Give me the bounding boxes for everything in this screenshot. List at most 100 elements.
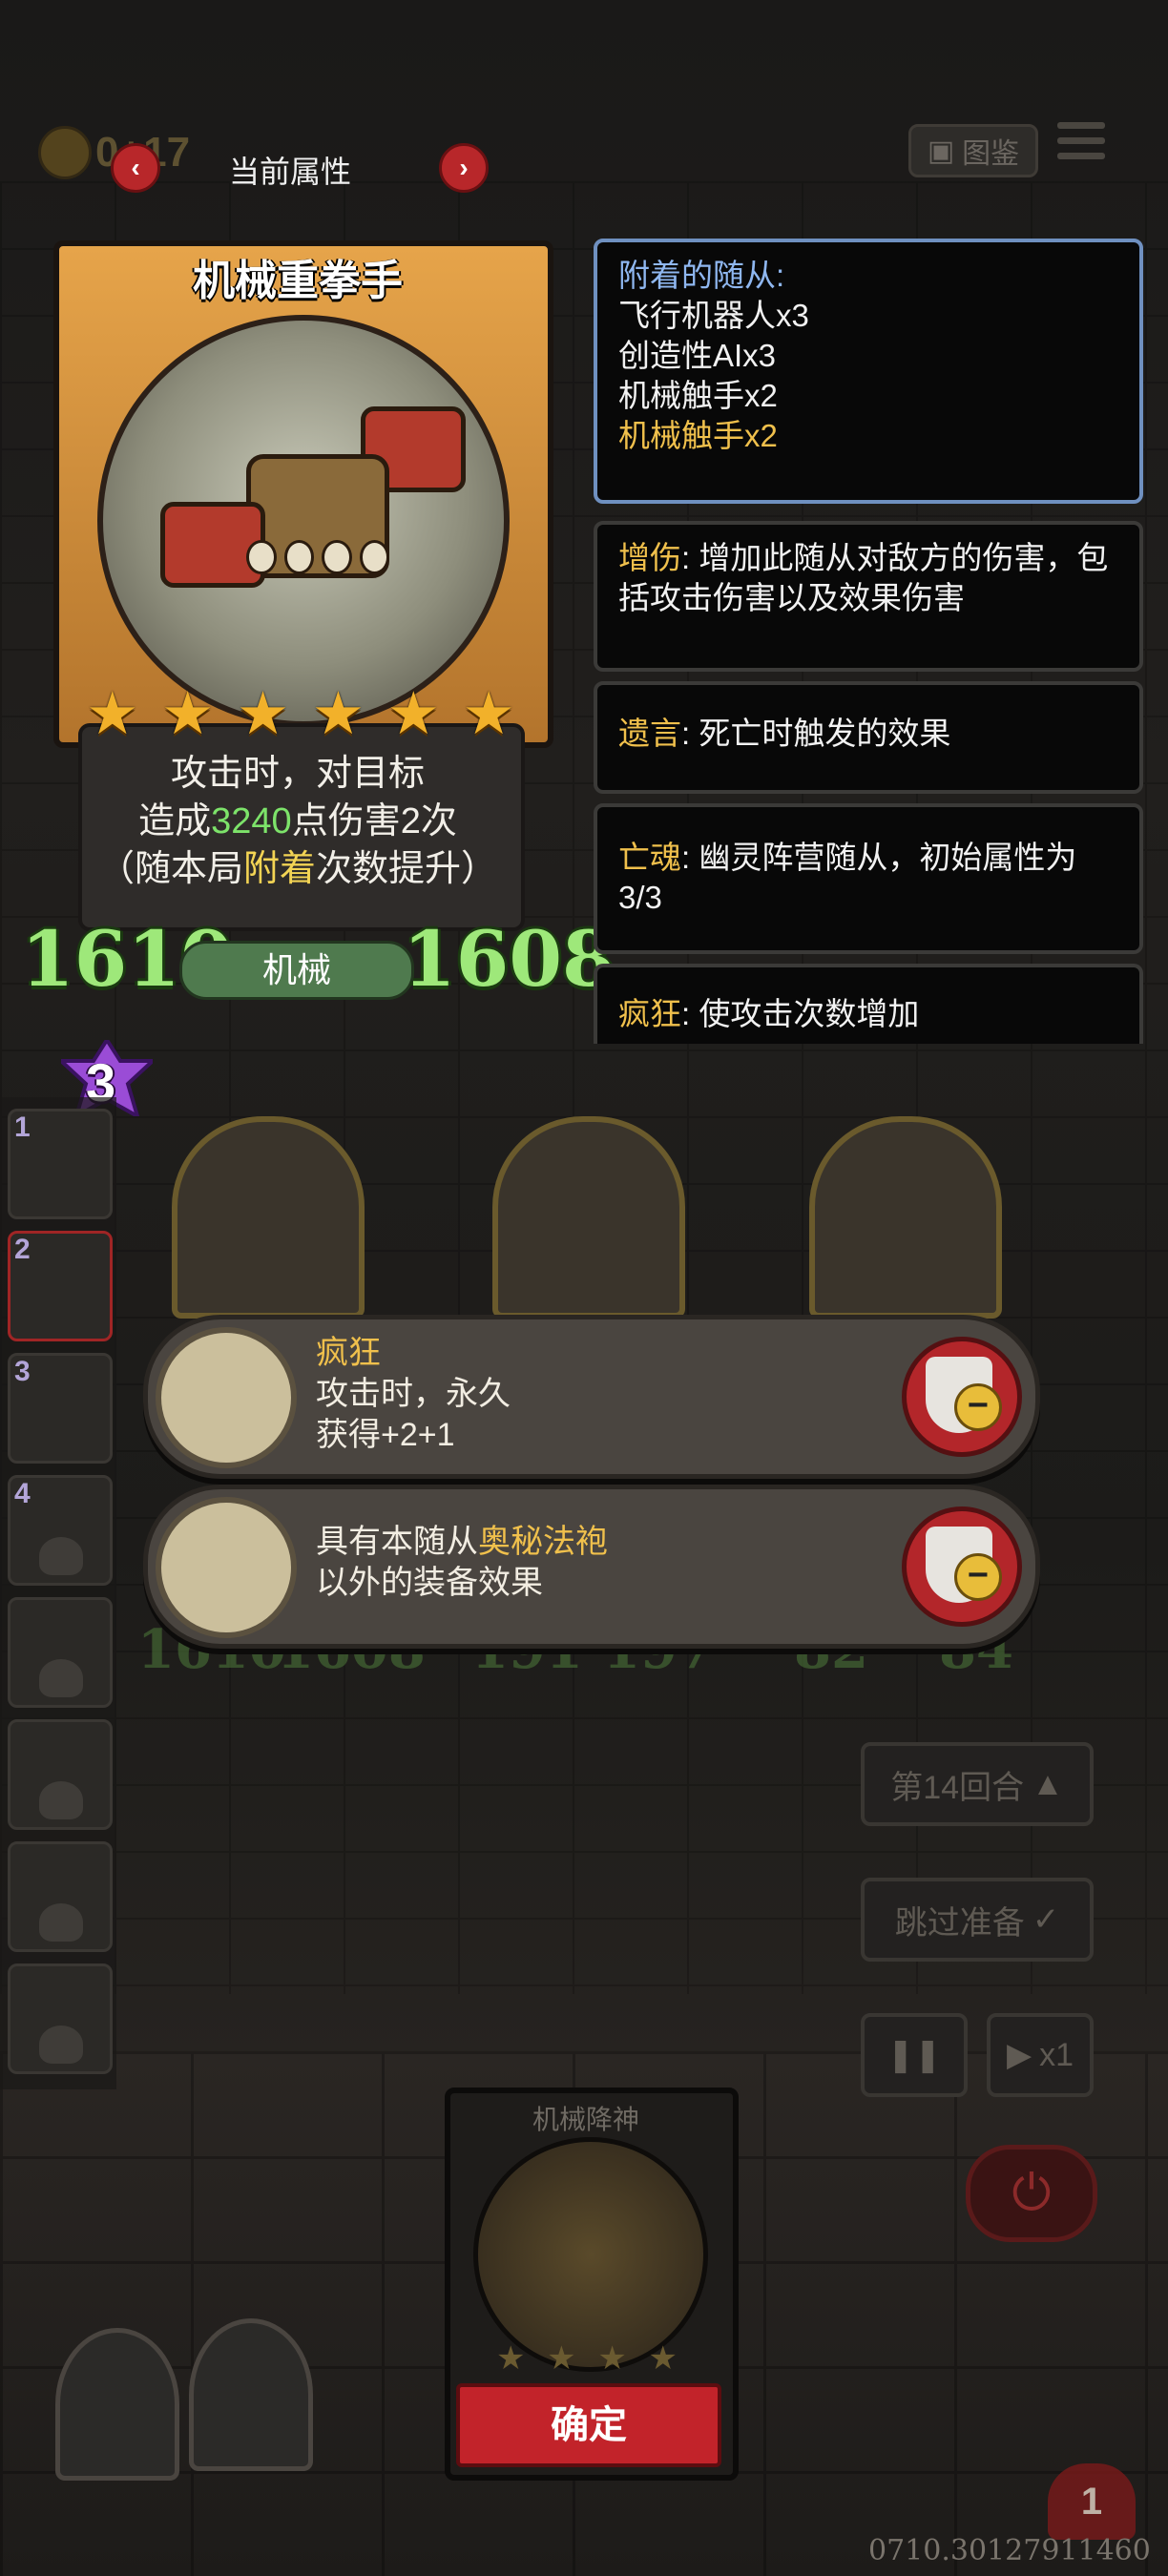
keyword-panel-fengkuang: 疯狂: 使攻击次数增加 <box>594 964 1143 1044</box>
codex-button[interactable]: ▣ 图鉴 <box>908 124 1038 177</box>
effect-line: 获得+2+1 <box>316 1417 455 1453</box>
crossed-swords-icon <box>156 1327 297 1468</box>
health-stat: 1608 <box>403 914 615 1004</box>
roster-slot[interactable]: 3 <box>8 1353 113 1464</box>
pause-icon: ❚❚ <box>886 2037 942 2073</box>
board-minion[interactable] <box>172 1116 365 1319</box>
fast-forward-icon: ▶ <box>1006 2037 1032 2073</box>
roster-slot[interactable]: 2 <box>8 1231 113 1341</box>
desc-line-2: 造成3240点伤害2次 <box>138 801 457 841</box>
star-icon: ★ <box>236 681 290 747</box>
robe-keyword: 奥秘法袍 <box>478 1524 608 1560</box>
roster-slot[interactable] <box>8 1597 113 1708</box>
lives-indicator: 1 <box>1048 2463 1136 2540</box>
current-attr-title: 当前属性 <box>229 155 352 189</box>
skull-icon <box>39 2025 83 2064</box>
attach-keyword: 附着 <box>242 849 316 889</box>
hit-count: 2 <box>400 801 421 841</box>
star-icon: ★ <box>462 681 515 747</box>
skull-icon <box>39 1659 83 1697</box>
equipment-effect-robe: 具有本随从奥秘法袍 以外的装备效果 − <box>143 1485 1040 1649</box>
keyword-label: 亡魂 <box>618 840 681 875</box>
robot-bolts-art <box>246 540 389 578</box>
attached-title: 附着的随从: <box>618 258 785 293</box>
codex-label: 图鉴 <box>962 138 1020 170</box>
star-icon: ★ <box>547 2340 576 2377</box>
keyword-text: : 幽灵阵营随从，初始属性为3/3 <box>618 840 1077 915</box>
keyword-text: : 死亡时触发的效果 <box>681 716 951 751</box>
star-icon: ★ <box>496 2340 526 2377</box>
minus-icon: − <box>954 1383 1002 1431</box>
selected-card-name: 机械降神 <box>532 2105 639 2134</box>
attached-item: 机械触手x2 <box>618 378 778 413</box>
card-description: 攻击时，对目标 造成3240点伤害2次 （随本局附着次数提升） <box>78 750 517 893</box>
speed-button[interactable]: ▶ x1 <box>987 2013 1094 2097</box>
roster-slot[interactable] <box>8 1841 113 1952</box>
keyword-label: 增伤 <box>618 540 681 575</box>
confirm-button[interactable]: 确定 <box>456 2383 721 2467</box>
power-icon: ⏻ <box>1012 2165 1052 2221</box>
equipment-effect-madness: 疯狂 攻击时，永久 获得+2+1 − <box>143 1315 1040 1479</box>
roster-slot[interactable]: 1 <box>8 1109 113 1219</box>
minus-icon: − <box>954 1553 1002 1601</box>
ally-portrait[interactable] <box>189 2318 313 2471</box>
effect-line: 攻击时，永久 <box>316 1376 511 1412</box>
unequip-button[interactable]: − <box>902 1506 1022 1627</box>
keyword-label: 疯狂 <box>618 996 681 1031</box>
star-icon: ★ <box>86 681 139 747</box>
keyword-label: 遗言 <box>618 716 681 751</box>
attached-item: 机械触手x2 <box>618 418 778 453</box>
unequip-button[interactable]: − <box>902 1337 1022 1457</box>
keyword-text: : 增加此随从对敌方的伤害，包括攻击伤害以及效果伤害 <box>618 540 1109 615</box>
attached-item: 飞行机器人x3 <box>618 298 809 333</box>
keyword-text: : 使攻击次数增加 <box>681 996 920 1031</box>
skull-icon <box>39 1781 83 1819</box>
skip-label: 跳过准备 <box>894 1904 1025 1942</box>
keyword-panel-zengshang: 增伤: 增加此随从对敌方的伤害，包括攻击伤害以及效果伤害 <box>594 521 1143 672</box>
skull-icon <box>39 1903 83 1942</box>
selected-card-portrait <box>473 2137 708 2372</box>
board-minion[interactable] <box>492 1116 685 1319</box>
lives-count: 1 <box>1080 2480 1103 2523</box>
attached-panel: 附着的随从: 飞行机器人x3 创造性AIx3 机械触手x2 机械触手x2 <box>594 239 1143 504</box>
roster-slot[interactable] <box>8 1719 113 1830</box>
card-portrait <box>97 315 510 727</box>
desc-line-1: 攻击时，对目标 <box>170 754 425 794</box>
menu-icon[interactable] <box>1057 122 1105 170</box>
check-icon: ✓ <box>1032 1901 1060 1938</box>
star-icon: ★ <box>160 681 215 747</box>
round-button[interactable]: 第14回合 ▲ <box>861 1742 1094 1826</box>
selected-card-stars: ★ ★ ★ ★ <box>496 2339 678 2378</box>
effect-title: 疯狂 <box>316 1335 381 1371</box>
unit-type-badge: 机械 <box>179 941 414 1000</box>
card-name: 机械重拳手 <box>193 258 403 304</box>
roster-slot[interactable]: 4 <box>8 1475 113 1586</box>
card-stars: ★ ★ ★ ★ ★ ★ <box>86 685 515 744</box>
skull-icon <box>39 1537 83 1575</box>
robe-icon <box>156 1497 297 1638</box>
pause-button[interactable]: ❚❚ <box>861 2013 968 2097</box>
speed-label: x1 <box>1039 2036 1074 2073</box>
star-icon: ★ <box>311 681 365 747</box>
coin-icon <box>38 126 92 179</box>
star-icon: ★ <box>648 2340 678 2377</box>
damage-value: 3240 <box>211 801 292 841</box>
skip-prep-button[interactable]: 跳过准备 ✓ <box>861 1878 1094 1962</box>
prev-attr-button[interactable]: ‹ <box>111 143 160 193</box>
caret-up-icon: ▲ <box>1032 1765 1064 1802</box>
attached-item: 创造性AIx3 <box>618 338 777 373</box>
effect-line: 以外的装备效果 <box>316 1565 543 1601</box>
keyword-panel-yiyan: 遗言: 死亡时触发的效果 <box>594 681 1143 794</box>
roster-slot[interactable] <box>8 1963 113 2074</box>
book-icon: ▣ <box>927 135 955 167</box>
star-icon: ★ <box>386 681 441 747</box>
power-button[interactable]: ⏻ <box>966 2145 1097 2242</box>
version-text: 0710.30127911460 <box>868 2534 1151 2567</box>
star-icon: ★ <box>597 2340 627 2377</box>
player-portrait[interactable] <box>55 2328 179 2481</box>
board-minion[interactable] <box>809 1116 1002 1319</box>
desc-line-3: （随本局附着次数提升） <box>97 849 498 889</box>
next-attr-button[interactable]: › <box>439 143 489 193</box>
round-label: 第14回合 <box>890 1769 1025 1806</box>
effect-line: 具有本随从奥秘法袍 <box>316 1524 608 1560</box>
